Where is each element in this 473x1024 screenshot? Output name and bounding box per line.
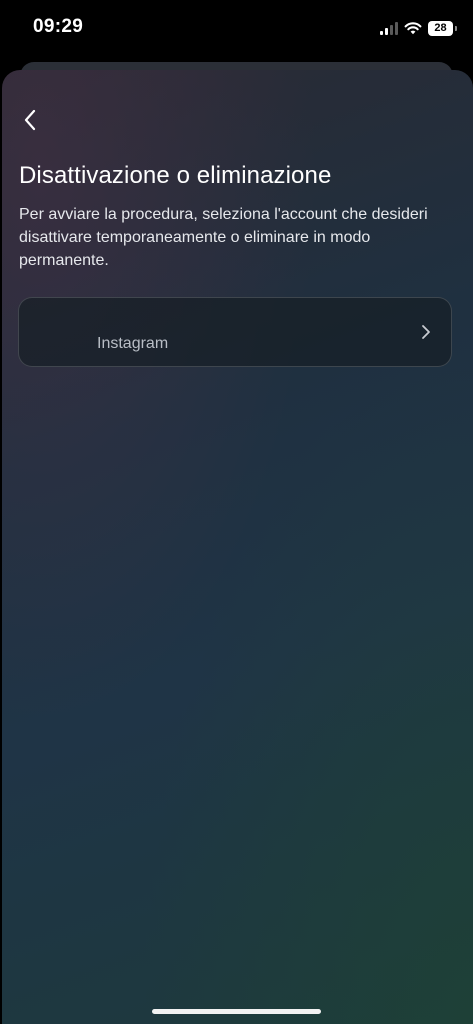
back-button[interactable] — [16, 106, 44, 134]
wifi-icon — [404, 22, 422, 35]
status-time: 09:29 — [33, 16, 84, 37]
account-label: Instagram — [97, 335, 169, 352]
battery-level: 28 — [434, 22, 447, 34]
battery-icon: 28 — [428, 20, 457, 36]
page-title: Disattivazione o eliminazione — [19, 162, 332, 189]
cellular-signal-icon — [380, 21, 398, 35]
home-indicator[interactable] — [152, 1009, 321, 1014]
account-item-instagram[interactable]: Instagram — [18, 297, 452, 367]
modal-sheet: Disattivazione o eliminazione Per avviar… — [2, 70, 473, 1024]
status-indicators: 28 — [380, 18, 457, 38]
chevron-left-icon — [24, 109, 36, 131]
chevron-right-icon — [419, 324, 433, 340]
page-description: Per avviare la procedura, seleziona l'ac… — [19, 206, 428, 269]
screen: 09:29 28 Disattivazione o eliminazione P… — [0, 0, 473, 1024]
status-bar: 09:29 28 — [0, 0, 473, 58]
